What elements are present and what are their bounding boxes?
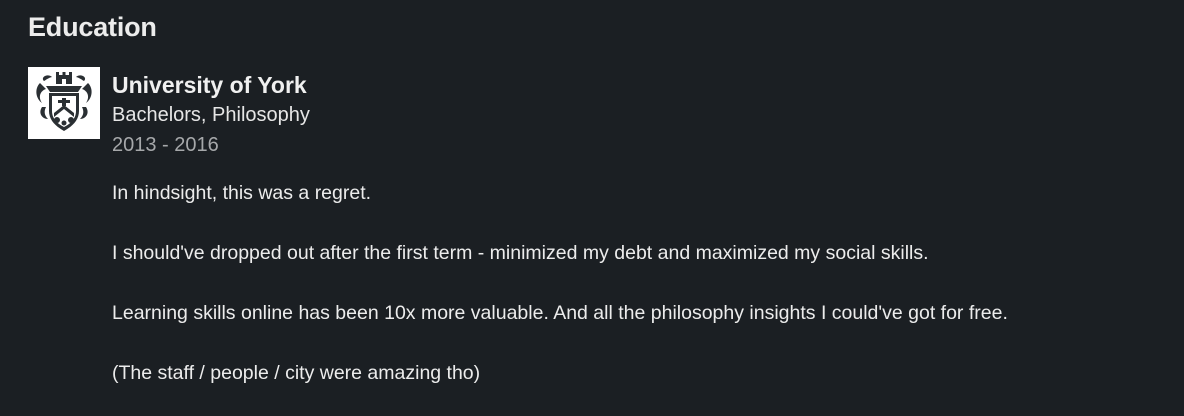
school-name[interactable]: University of York: [112, 70, 1162, 100]
section-title: Education: [28, 12, 157, 42]
education-description: In hindsight, this was a regret. I shoul…: [112, 178, 1162, 388]
education-details: University of York Bachelors, Philosophy…: [112, 67, 1162, 388]
description-paragraph: In hindsight, this was a regret.: [112, 182, 372, 204]
description-paragraph: Learning skills online has been 10x more…: [112, 302, 1008, 324]
university-crest-icon: [36, 72, 92, 131]
school-logo[interactable]: [28, 67, 100, 139]
date-range: 2013 - 2016: [112, 134, 219, 156]
description-paragraph: (The staff / people / city were amazing …: [112, 362, 481, 384]
description-paragraph: I should've dropped out after the first …: [112, 242, 929, 264]
degree: Bachelors, Philosophy: [112, 104, 310, 126]
